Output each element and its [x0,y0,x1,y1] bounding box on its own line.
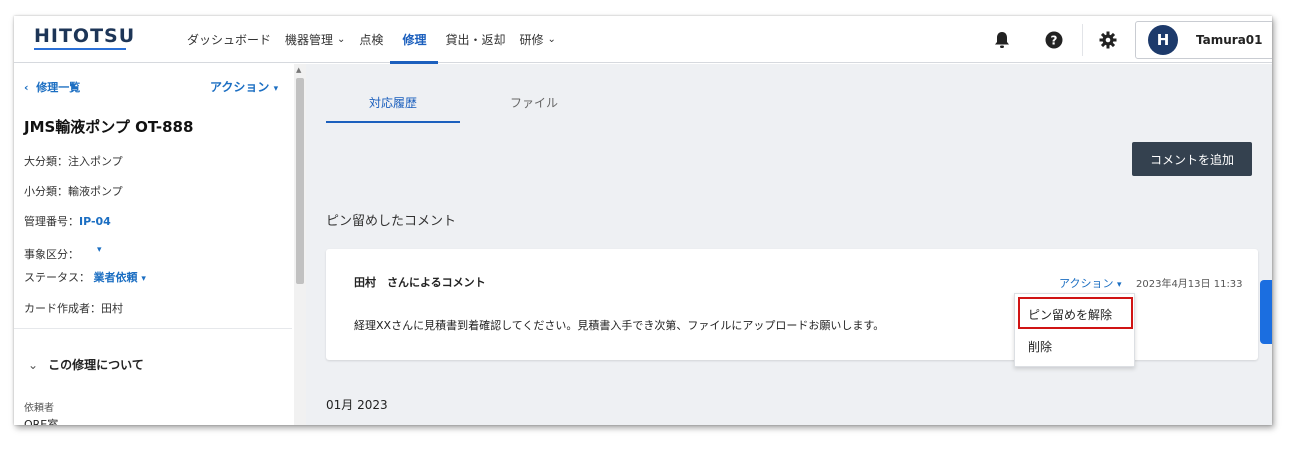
nav-inspection-label: 点検 [359,33,384,47]
active-tab-indicator [326,121,460,123]
caret-down-icon: ▾ [141,274,146,284]
tab-files[interactable]: ファイル [504,94,564,111]
nav-equipment[interactable]: 機器管理 ⌄ [278,16,352,63]
event-type-dropdown[interactable]: ▾ [97,245,102,255]
nav-lending[interactable]: 貸出・返却 [438,16,512,63]
sidebar-action-label: アクション [210,80,270,94]
main-nav: ダッシュボード 機器管理 ⌄ 点検 修理 貸出・返却 研修 ⌄ [180,16,563,64]
mgmt-value-link[interactable]: IP-04 [79,215,111,228]
scroll-up-arrow-icon[interactable]: ▲ [296,66,301,74]
requester-label: 依頼者 [24,403,54,414]
month-group-label: 01月 2023 [326,398,388,412]
status-label: ステータス： [24,271,90,284]
tab-history[interactable]: 対応履歴 [326,94,460,111]
side-panel-tab[interactable] [1260,280,1272,344]
user-name: Tamura01 [1196,33,1263,47]
card-creator: カード作成者：田村 [24,302,123,315]
app-window: HITOTSU ダッシュボード 機器管理 ⌄ 点検 修理 貸出・返却 研修 ⌄ ? … [14,16,1272,425]
chevron-left-icon: ‹ [24,81,29,94]
event-type: 事象区分： ▾ [24,245,102,262]
comment-action-label: アクション [1059,277,1114,290]
bell-icon[interactable] [991,29,1013,51]
comment-author: 田村 さんによるコメント [354,276,486,289]
nav-dashboard[interactable]: ダッシュボード [180,16,278,63]
pinned-comments-heading: ピン留めしたコメント [326,214,457,229]
sidebar-action-menu[interactable]: アクション ▾ [210,78,278,95]
help-icon[interactable]: ? [1043,29,1065,51]
mgmt-label: 管理番号： [24,215,79,228]
comment-body: 経理XXさんに見積書到着確認してください。見積書入手でき次第、ファイルにアップロ… [354,319,885,332]
caret-down-icon: ▾ [1116,280,1122,290]
user-menu[interactable]: H Tamura01 [1135,21,1272,59]
logo-underline [34,48,126,50]
category-minor: 小分類：輸液ポンプ [24,185,123,198]
back-link-label: 修理一覧 [36,81,81,94]
top-header: HITOTSU ダッシュボード 機器管理 ⌄ 点検 修理 貸出・返却 研修 ⌄ ? … [14,16,1272,64]
avatar: H [1148,25,1178,55]
header-divider [1082,24,1083,56]
sidebar-divider [14,328,292,329]
management-number: 管理番号：IP-04 [24,213,111,229]
svg-text:?: ? [1051,34,1058,48]
nav-equipment-label: 機器管理 [285,33,334,47]
nav-repair[interactable]: 修理 [390,16,439,64]
main-content: 対応履歴 ファイル コメントを追加 ピン留めしたコメント 田村 さんによるコメン… [306,64,1272,425]
requester-value: ORE室 [24,418,59,425]
nav-inspection[interactable]: 点検 [352,16,390,63]
scroll-thumb[interactable] [296,78,304,284]
delete-menu-item[interactable]: 削除 [1028,338,1052,355]
gear-icon[interactable] [1097,29,1119,51]
detail-sidebar: ‹ 修理一覧 アクション ▾ JMS輸液ポンプ OT-888 大分類：注入ポンプ… [14,64,292,425]
comment-timestamp: 2023年4月13日 11:33 [1136,279,1243,290]
sidebar-scrollbar[interactable]: ▲ [294,64,306,425]
app-logo[interactable]: HITOTSU [34,25,135,47]
add-comment-button[interactable]: コメントを追加 [1132,142,1252,176]
chevron-down-icon: ⌄ [28,358,39,372]
caret-down-icon: ▾ [273,84,279,94]
about-repair-section-toggle[interactable]: ⌄ この修理について [28,356,144,373]
status-dropdown[interactable]: 業者依頼 ▾ [94,271,146,284]
unpin-menu-item[interactable]: ピン留めを解除 [1028,306,1112,323]
equipment-title: JMS輸液ポンプ OT-888 [24,118,194,136]
chevron-down-icon: ⌄ [337,34,346,45]
status-field: ステータス： 業者依頼 ▾ [24,269,146,285]
nav-training[interactable]: 研修 ⌄ [512,16,562,63]
category-major: 大分類：注入ポンプ [24,155,123,168]
nav-dashboard-label: ダッシュボード [187,33,272,47]
comment-action-menu[interactable]: アクション ▾ [1059,275,1121,291]
section-title: この修理について [48,358,144,372]
status-value: 業者依頼 [93,271,138,284]
event-label: 事象区分： [24,248,79,261]
nav-repair-label: 修理 [402,33,427,47]
chevron-down-icon: ⌄ [547,34,556,45]
comment-action-dropdown: ピン留めを解除 削除 [1014,293,1135,367]
nav-lending-label: 貸出・返却 [445,33,506,47]
back-to-repair-list[interactable]: ‹ 修理一覧 [24,79,80,95]
nav-training-label: 研修 [519,33,544,47]
